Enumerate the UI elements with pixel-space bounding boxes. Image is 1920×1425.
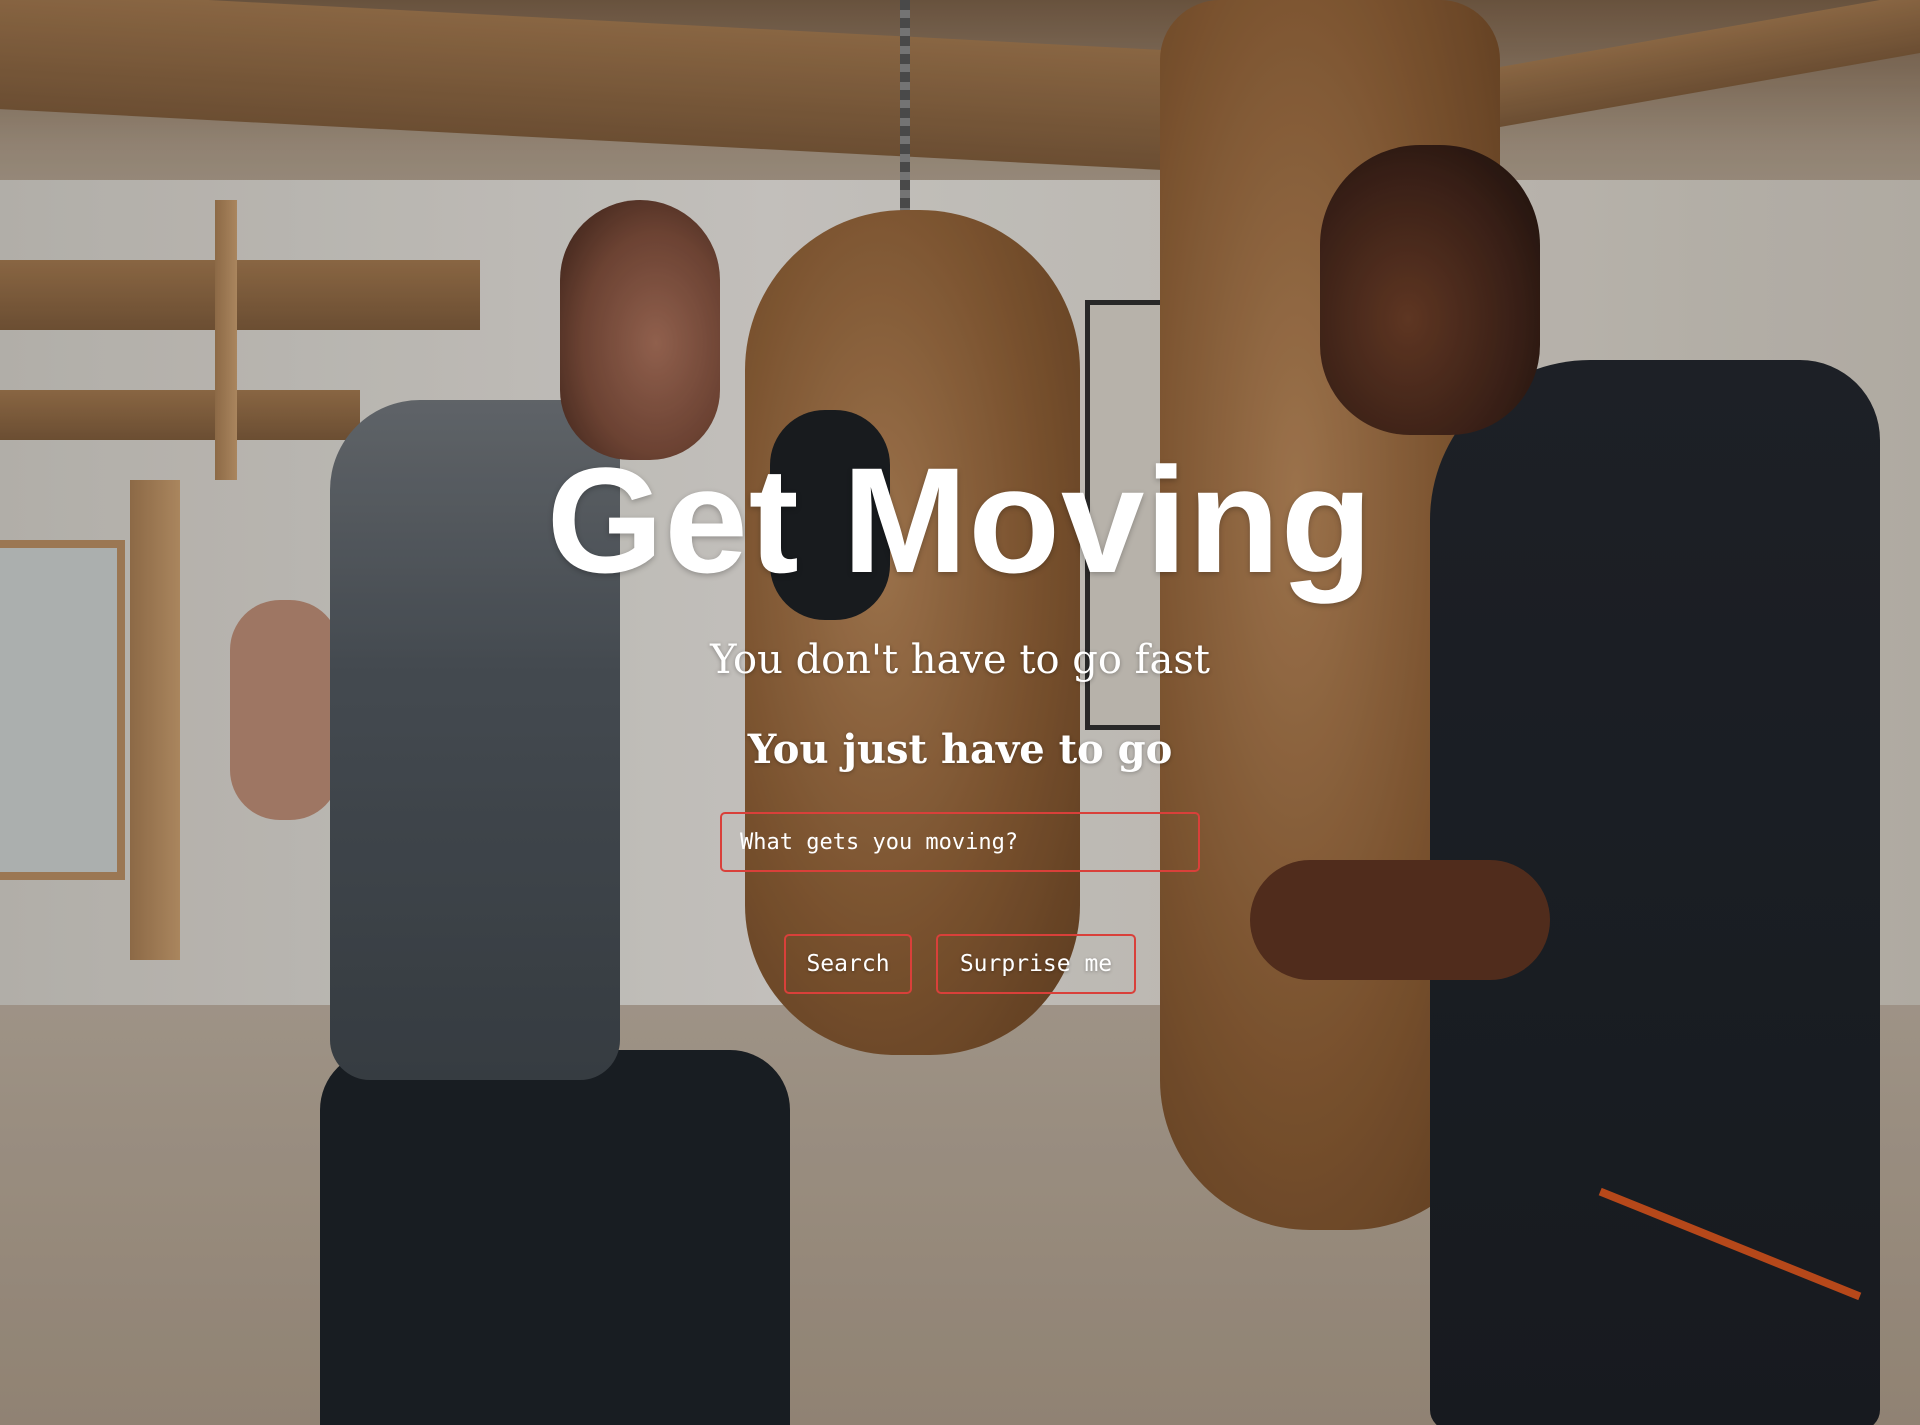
hero-tagline: You just have to go	[747, 726, 1173, 773]
page-title: Get Moving	[546, 436, 1374, 604]
hero-section: Get Moving You don't have to go fast You…	[0, 0, 1920, 1425]
hero-content: Get Moving You don't have to go fast You…	[0, 0, 1920, 1425]
hero-subtitle: You don't have to go fast	[710, 637, 1210, 683]
surprise-me-button[interactable]: Surprise me	[936, 934, 1136, 994]
search-button[interactable]: Search	[784, 934, 912, 994]
search-input[interactable]	[720, 812, 1200, 872]
